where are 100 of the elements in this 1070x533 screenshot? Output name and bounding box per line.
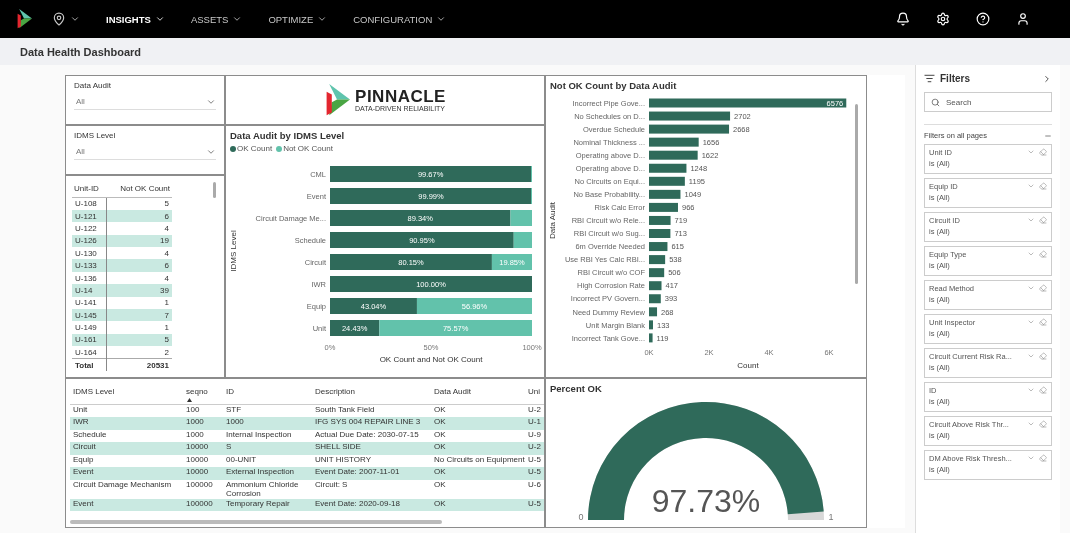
eraser-icon[interactable] — [1039, 250, 1047, 258]
table-cell: Event — [70, 467, 183, 480]
table-cell: 6 — [106, 259, 172, 272]
help-icon[interactable] — [976, 12, 990, 26]
legend-item: OK Count — [230, 144, 273, 153]
user-menu[interactable] — [52, 12, 80, 26]
chevron-icon[interactable] — [1027, 148, 1035, 156]
bar — [649, 255, 666, 265]
chevron-icon[interactable] — [1027, 318, 1035, 326]
chevron-icon[interactable] — [1027, 284, 1035, 292]
user-icon[interactable] — [1016, 12, 1030, 26]
table-cell: U-164 — [72, 346, 107, 359]
column-header[interactable]: IDMS Level — [70, 383, 183, 405]
table-cell: 1000 — [183, 417, 223, 430]
chart-title: Data Audit by IDMS Level — [229, 129, 346, 141]
logo-name: PINNACLE — [355, 88, 446, 105]
table-cell: U-5 — [525, 498, 544, 512]
total-cell: 20531 — [106, 358, 172, 371]
table-cell: U-108 — [72, 197, 107, 210]
column-header[interactable]: Data Audit — [431, 383, 525, 405]
table-cell: Circuit — [70, 442, 183, 455]
collapse-icon[interactable] — [1042, 73, 1052, 84]
table-cell: 4 — [106, 222, 172, 235]
column-header: Not OK Count — [106, 182, 172, 198]
nav-menu[interactable]: CONFIGURATION — [353, 13, 447, 25]
logo-icon — [324, 84, 351, 116]
bell-icon[interactable] — [896, 12, 910, 26]
table-cell: 4 — [106, 271, 172, 285]
table-cell: U-9 — [525, 429, 544, 442]
chevron-icon[interactable] — [1027, 386, 1035, 394]
chevron-icon[interactable] — [1027, 216, 1035, 224]
nav-menu[interactable]: ASSETS — [190, 13, 243, 25]
table-cell: IFG SYS 004 REPAIR LINE 3 — [312, 417, 431, 430]
bar — [649, 189, 681, 199]
pane-title: Filters — [940, 73, 970, 84]
nav-menu[interactable]: INSIGHTS — [106, 13, 165, 25]
page-title: Data Health Dashboard — [20, 45, 142, 58]
chart-title: Not OK Count by Data Audit — [549, 79, 678, 91]
eraser-icon[interactable] — [1039, 386, 1047, 394]
eraser-icon[interactable] — [1039, 454, 1047, 462]
table-cell: U-126 — [72, 234, 107, 248]
table-cell: Ammonium Chloride Corrosion — [223, 479, 312, 499]
bar — [649, 163, 687, 173]
axis-title: OK Count and Not OK Count — [379, 355, 483, 364]
slicer-title: Data Audit — [73, 80, 112, 90]
table-cell: 39 — [106, 284, 172, 297]
bar — [649, 294, 661, 304]
table-cell: IWR — [70, 417, 183, 430]
table-cell: U-122 — [72, 222, 107, 235]
table-cell: U-6 — [525, 479, 544, 499]
chevron-icon[interactable] — [1027, 182, 1035, 190]
slicer-dropdown[interactable]: All — [74, 94, 216, 110]
table-cell: 10000 — [183, 442, 223, 455]
chevron-icon[interactable] — [1027, 454, 1035, 462]
eraser-icon[interactable] — [1039, 318, 1047, 326]
axis-title: Count — [737, 361, 759, 370]
sort-icon — [187, 398, 192, 402]
table-cell: Circuit: S — [312, 479, 431, 499]
table-cell: 00-UNIT — [223, 454, 312, 467]
chevron-icon[interactable] — [1027, 420, 1035, 428]
chart-title: Percent OK — [549, 382, 603, 394]
chevron-icon[interactable] — [1027, 250, 1035, 258]
column-header[interactable]: seqno — [183, 383, 223, 405]
eraser-icon[interactable] — [1039, 148, 1047, 156]
eraser-icon[interactable] — [1039, 216, 1047, 224]
column-header[interactable]: ID — [223, 383, 312, 405]
bar — [649, 150, 698, 160]
table-cell: U-161 — [72, 333, 107, 347]
table-cell: External Inspection — [223, 467, 312, 480]
legend-item: Not OK Count — [276, 144, 333, 153]
search-field[interactable]: Search — [924, 92, 1052, 112]
table-cell: OK — [431, 498, 525, 512]
table-cell: Unit — [70, 404, 183, 417]
bar — [649, 229, 671, 238]
settings-icon[interactable] — [936, 12, 950, 26]
eraser-icon[interactable] — [1039, 182, 1047, 190]
table-cell: 100 — [183, 404, 223, 417]
slicer-dropdown[interactable]: All — [74, 144, 216, 160]
table-cell: OK — [431, 467, 525, 480]
scrollbar — [213, 182, 216, 198]
eraser-icon[interactable] — [1039, 352, 1047, 360]
bar — [649, 307, 658, 317]
table-cell: 10000 — [183, 454, 223, 467]
eraser-icon[interactable] — [1039, 284, 1047, 292]
table-cell: 5 — [106, 197, 172, 210]
bar — [649, 333, 653, 343]
slicer-title: IDMS Level — [73, 130, 117, 140]
nav-menu[interactable]: OPTIMIZE — [268, 13, 328, 25]
column-header[interactable]: Description — [312, 383, 431, 405]
table-cell: U-14 — [72, 284, 107, 297]
table-cell: U-1 — [525, 417, 544, 430]
axis-title: Data Audit — [548, 202, 557, 239]
total-cell: Total — [72, 358, 107, 371]
table-cell: 6 — [106, 209, 172, 223]
eraser-icon[interactable] — [1039, 420, 1047, 428]
caret-icon — [154, 14, 165, 24]
table-cell: SHELL SIDE — [312, 442, 431, 455]
chevron-icon[interactable] — [1027, 352, 1035, 360]
caret-icon — [436, 14, 447, 24]
bar — [649, 281, 662, 291]
